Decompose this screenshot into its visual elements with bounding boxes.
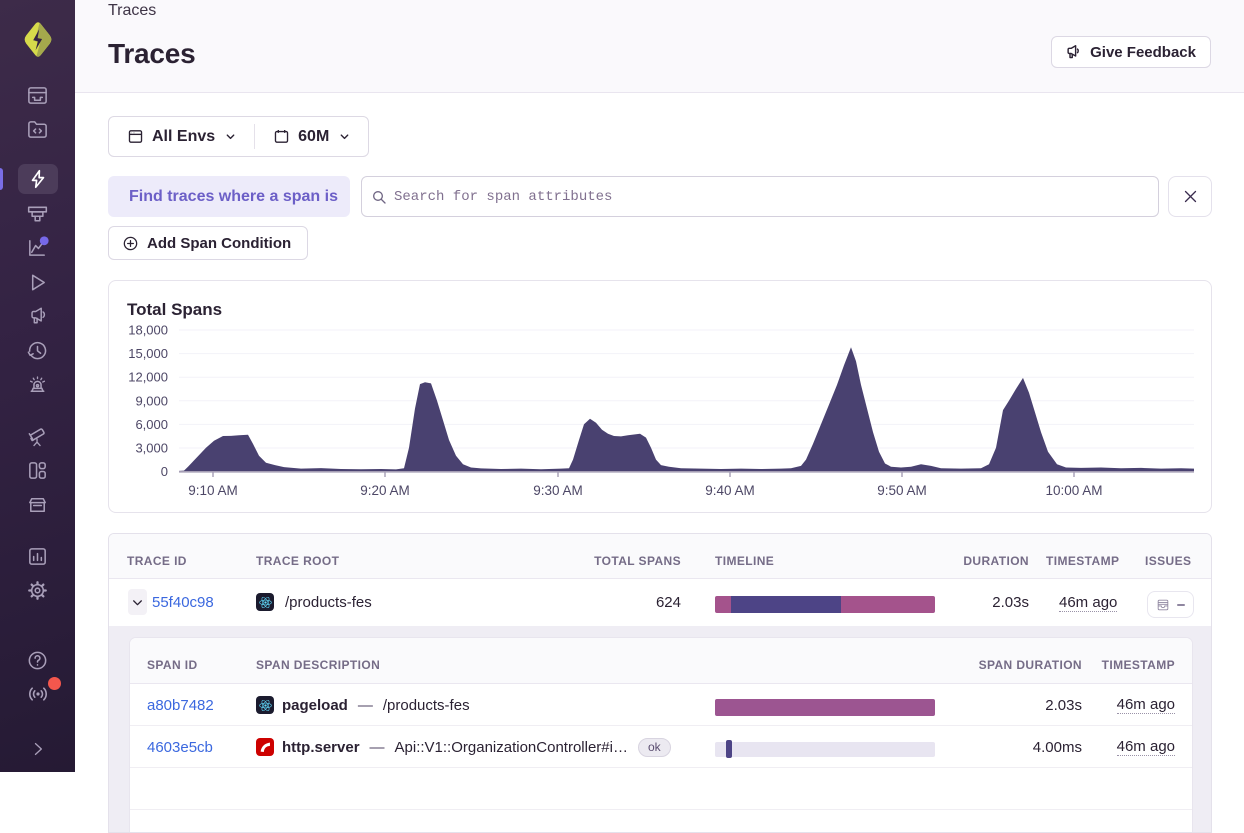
- svg-text:9:20 AM: 9:20 AM: [360, 483, 410, 498]
- svg-text:0: 0: [161, 464, 168, 479]
- svg-text:15,000: 15,000: [128, 346, 168, 361]
- svg-text:9:10 AM: 9:10 AM: [188, 483, 238, 498]
- svg-text:9:30 AM: 9:30 AM: [533, 483, 583, 498]
- svg-text:6,000: 6,000: [135, 417, 168, 432]
- svg-text:18,000: 18,000: [128, 323, 168, 338]
- svg-text:3,000: 3,000: [135, 441, 168, 456]
- svg-text:12,000: 12,000: [128, 370, 168, 385]
- svg-text:10:00 AM: 10:00 AM: [1045, 483, 1102, 498]
- svg-text:9:50 AM: 9:50 AM: [877, 483, 927, 498]
- svg-text:9,000: 9,000: [135, 393, 168, 408]
- svg-text:9:40 AM: 9:40 AM: [705, 483, 755, 498]
